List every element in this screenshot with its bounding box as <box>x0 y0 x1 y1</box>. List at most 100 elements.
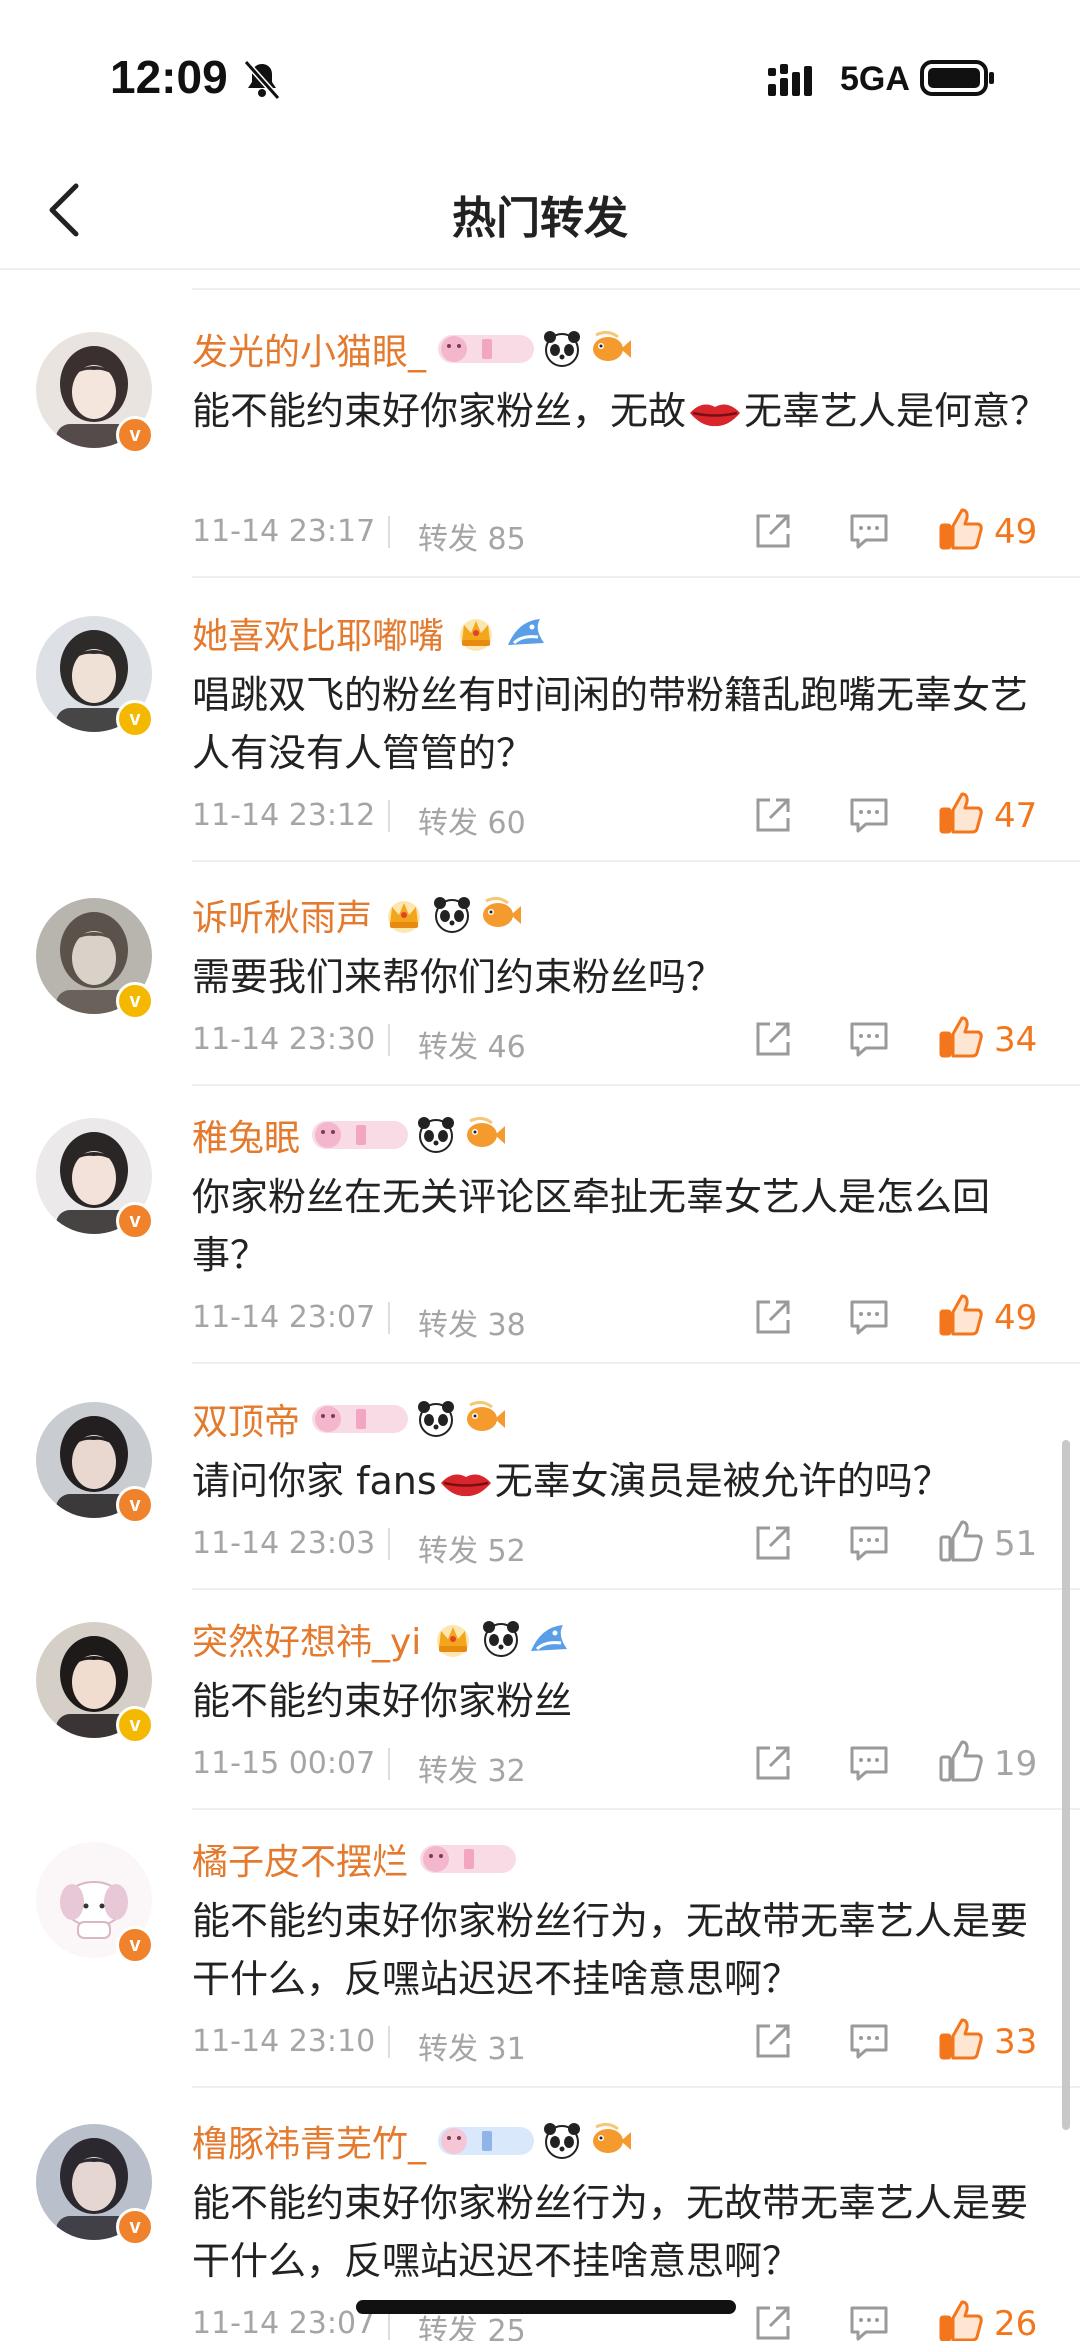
shark-icon <box>504 613 548 653</box>
verified-badge-icon: v <box>116 1202 154 1240</box>
timestamp: 11-14 23:17 <box>192 514 376 549</box>
vip-pink-badge-icon <box>418 1839 518 1879</box>
repost-count[interactable]: 转发 52 <box>418 1526 526 1570</box>
avatar[interactable]: v <box>36 332 154 454</box>
user-badges <box>382 895 528 935</box>
vip-pink-badge-icon <box>436 329 536 369</box>
comment-meta: 11-14 23:10 转发 31 33 <box>192 2016 1052 2068</box>
username[interactable]: 双顶帝 <box>192 1393 300 1445</box>
crown-icon <box>382 895 426 935</box>
comment-meta: 11-14 23:07 转发 38 49 <box>192 1292 1052 1344</box>
share-icon[interactable] <box>752 794 794 836</box>
avatar[interactable]: v <box>36 616 154 738</box>
thumbs-up-icon[interactable] <box>938 506 984 552</box>
timestamp: 11-14 23:07 <box>192 1300 376 1335</box>
comment-icon[interactable] <box>848 1522 890 1564</box>
verified-badge-icon: v <box>116 1926 154 1964</box>
home-indicator[interactable] <box>356 2300 736 2314</box>
share-icon[interactable] <box>752 2302 794 2341</box>
fish-icon <box>462 1399 506 1439</box>
repost-count[interactable]: 转发 46 <box>418 1022 526 1066</box>
avatar[interactable]: v <box>36 1402 154 1524</box>
username[interactable]: 突然好想祎_yi <box>192 1613 421 1665</box>
thumbs-up-icon[interactable] <box>938 1292 984 1338</box>
separator <box>388 800 390 832</box>
separator <box>388 516 390 548</box>
share-icon[interactable] <box>752 510 794 552</box>
crown-icon <box>454 613 498 653</box>
comment-text-part: 能不能约束好你家粉丝行为，无故带无辜艺人是要干什么，反嘿站迟迟不挂啥意思啊？ <box>192 2181 1029 2283</box>
share-icon[interactable] <box>752 1522 794 1564</box>
lips-emoji-icon <box>690 404 741 427</box>
avatar[interactable]: v <box>36 2124 154 2246</box>
comment-header: 发光的小猫眼_ <box>192 324 638 374</box>
comment-icon[interactable] <box>848 794 890 836</box>
panda-icon <box>416 1399 456 1439</box>
thumbs-up-icon[interactable] <box>938 1738 984 1784</box>
username[interactable]: 橘子皮不摆烂 <box>192 1833 408 1885</box>
timestamp: 11-15 00:07 <box>192 1746 376 1781</box>
comment-header: 稚兔眠 <box>192 1110 512 1160</box>
thumbs-up-icon[interactable] <box>938 2298 984 2341</box>
share-icon[interactable] <box>752 1742 794 1784</box>
fish-icon <box>588 2121 632 2161</box>
scrollbar[interactable] <box>1062 1440 1070 2130</box>
avatar[interactable]: v <box>36 1622 154 1744</box>
panda-icon <box>542 329 582 369</box>
separator <box>388 2026 390 2058</box>
comment-meta: 11-14 23:12 转发 60 47 <box>192 790 1052 842</box>
comment-item[interactable]: v 她喜欢比耶嘟嘴 唱跳双飞的粉丝有时间闲的带粉籍乱跑嘴无辜女艺人有没有人管管的？ 1… <box>0 570 1080 862</box>
comment-icon[interactable] <box>848 2020 890 2062</box>
comment-item[interactable]: v 发光的小猫眼_ 能不能约束好你家粉丝，无故 无辜艺人是何意？ 11-14 23:17… <box>0 286 1080 578</box>
repost-count[interactable]: 转发 31 <box>418 2024 526 2068</box>
repost-count[interactable]: 转发 38 <box>418 1300 526 1344</box>
repost-count[interactable]: 转发 85 <box>418 514 526 558</box>
comment-text: 能不能约束好你家粉丝行为，无故带无辜艺人是要干什么，反嘿站迟迟不挂啥意思啊？ <box>192 2174 1052 2290</box>
username[interactable]: 发光的小猫眼_ <box>192 323 426 375</box>
avatar[interactable]: v <box>36 1842 154 1964</box>
like-count: 34 <box>994 1020 1038 1060</box>
thumbs-up-icon[interactable] <box>938 790 984 836</box>
username[interactable]: 她喜欢比耶嘟嘴 <box>192 607 444 659</box>
comment-item[interactable]: v 诉听秋雨声需要我们来帮你们约束粉丝吗？ 11-14 23:30 转发 46 34 <box>0 852 1080 1086</box>
share-icon[interactable] <box>752 1018 794 1060</box>
user-badges <box>436 329 638 369</box>
comment-icon[interactable] <box>848 1296 890 1338</box>
username[interactable]: 稚兔眠 <box>192 1109 300 1161</box>
avatar[interactable]: v <box>36 898 154 1020</box>
comment-icon[interactable] <box>848 2302 890 2341</box>
fish-icon <box>588 329 632 369</box>
comment-item[interactable]: v 双顶帝 请问你家 fans 无辜女演员是被允许的吗？ 11-14 23:03 转发 5… <box>0 1356 1080 1590</box>
user-badges <box>454 613 554 653</box>
panda-icon <box>542 2121 582 2161</box>
fish-icon <box>478 895 522 935</box>
share-icon[interactable] <box>752 2020 794 2062</box>
comment-icon[interactable] <box>848 1018 890 1060</box>
repost-count[interactable]: 转发 60 <box>418 798 526 842</box>
comment-item[interactable]: v 稚兔眠 你家粉丝在无关评论区牵扯无辜女艺人是怎么回事？ 11-14 23:07 转发… <box>0 1072 1080 1364</box>
thumbs-up-icon[interactable] <box>938 2016 984 2062</box>
panda-icon <box>416 1115 456 1155</box>
user-badges <box>310 1115 512 1155</box>
verified-badge-icon: v <box>116 416 154 454</box>
verified-badge-icon: v <box>116 700 154 738</box>
username[interactable]: 橹豚祎青芜竹_ <box>192 2115 426 2167</box>
comment-item[interactable]: v 橘子皮不摆烂能不能约束好你家粉丝行为，无故带无辜艺人是要干什么，反嘿站迟迟不挂… <box>0 1796 1080 2088</box>
avatar[interactable]: v <box>36 1118 154 1240</box>
repost-count[interactable]: 转发 32 <box>418 1746 526 1790</box>
comment-text-part: 能不能约束好你家粉丝，无故 <box>192 389 687 433</box>
thumbs-up-icon[interactable] <box>938 1014 984 1060</box>
comment-icon[interactable] <box>848 1742 890 1784</box>
separator <box>388 1302 390 1334</box>
comment-icon[interactable] <box>848 510 890 552</box>
timestamp: 11-14 23:30 <box>192 1022 376 1057</box>
verified-badge-icon: v <box>116 982 154 1020</box>
comment-text-part: 能不能约束好你家粉丝行为，无故带无辜艺人是要干什么，反嘿站迟迟不挂啥意思啊？ <box>192 1899 1029 2001</box>
network-type: 5GA <box>840 60 910 98</box>
vip-pink-badge-icon <box>310 1115 410 1155</box>
comment-text: 需要我们来帮你们约束粉丝吗？ <box>192 948 1052 1006</box>
comment-item[interactable]: v 突然好想祎_yi 能不能约束好你家粉丝 11-15 00:07 转发 32 19 <box>0 1576 1080 1810</box>
share-icon[interactable] <box>752 1296 794 1338</box>
thumbs-up-icon[interactable] <box>938 1518 984 1564</box>
username[interactable]: 诉听秋雨声 <box>192 889 372 941</box>
